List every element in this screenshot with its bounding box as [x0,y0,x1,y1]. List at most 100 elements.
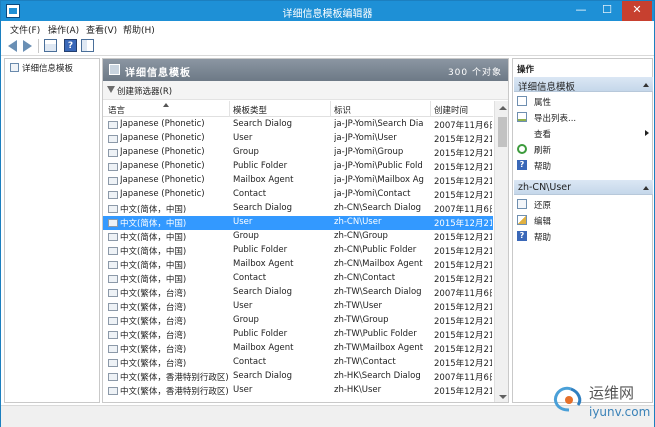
action-refresh[interactable]: 刷新 [517,143,649,156]
action-export-list[interactable]: 导出列表... [517,111,649,124]
close-button[interactable]: ✕ [622,1,652,21]
table-row[interactable]: 中文(繁体，台湾) Search Dialog zh-TW\Search Dialo… [103,286,493,300]
table-row[interactable]: Japanese (Phonetic) Contact ja-JP-Yomi\Con… [103,188,493,202]
submenu-arrow-icon [645,130,649,136]
section-label: zh-CN\User [518,182,572,193]
template-item-icon [108,135,118,143]
cell-language: Japanese (Phonetic) [120,147,205,157]
action-restore[interactable]: 还原 [517,198,649,211]
cell-created: 2007年11月6日 1 [434,121,492,131]
cell-identity: ja-JP-Yomi\Mailbox Ag [334,175,424,185]
cell-language: 中文(繁体，台湾) [120,303,187,313]
column-language[interactable]: 语言 [108,104,125,116]
table-row[interactable]: 中文(繁体，台湾) Contact zh-TW\Contact 2015年12月21日 [103,356,493,370]
section-label: 详细信息模板 [518,82,576,93]
table-row[interactable]: 中文(繁体，香港特别行政区) Search Dialog zh-HK\Search … [103,370,493,384]
cell-created: 2015年12月21日 [434,261,492,271]
cell-created: 2015年12月21日 [434,331,492,341]
cell-created: 2015年12月21日 [434,233,492,243]
cell-language: 中文(繁体，台湾) [120,331,187,341]
maximize-button[interactable]: ☐ [594,1,620,21]
column-divider[interactable] [330,101,331,117]
action-help[interactable]: ? 帮助 [517,159,649,172]
action-view[interactable]: 查看 [517,127,649,140]
results-pane: 详细信息模板 300 个对象 创建筛选器(R) 语言 模板类型 标识 创建时间 … [102,58,509,403]
action-section-templates[interactable]: 详细信息模板 [514,77,653,93]
table-row[interactable]: 中文(繁体，香港特别行政区) User zh-HK\User 2015年12月21日 [103,384,493,398]
menu-action[interactable]: 操作(A) [48,23,79,36]
scroll-thumb[interactable] [498,117,507,147]
template-item-icon [108,359,118,367]
table-row[interactable]: Japanese (Phonetic) Public Folder ja-JP-Yo… [103,160,493,174]
help-icon[interactable]: ? [64,39,77,52]
cell-created: 2007年11月6日 1 [434,289,492,299]
action-section-selected[interactable]: zh-CN\User [514,180,653,195]
action-help-selected[interactable]: ? 帮助 [517,230,649,243]
watermark-url: iyunv.com [589,405,651,419]
column-template-type[interactable]: 模板类型 [233,104,267,116]
cell-identity: zh-CN\Contact [334,273,396,283]
cell-template-type: User [233,385,253,395]
column-divider[interactable] [229,101,230,117]
table-row[interactable]: 中文(简体，中国) User zh-CN\User 2015年12月21日 [103,216,493,230]
sort-ascending-icon [163,103,169,107]
refresh-icon [517,144,527,154]
column-created[interactable]: 创建时间 [434,104,468,116]
action-edit[interactable]: 编辑 [517,214,649,227]
cell-created: 2015年12月21日 [434,275,492,285]
restore-icon [517,199,527,209]
table-row[interactable]: 中文(繁体，台湾) Mailbox Agent zh-TW\Mailbox Agen… [103,342,493,356]
action-properties[interactable]: 属性 [517,95,649,108]
cell-language: 中文(简体，中国) [120,233,187,243]
scroll-down-icon[interactable] [499,395,507,399]
filter-bar: 创建筛选器(R) [103,81,508,100]
create-filter-button[interactable]: 创建筛选器(R) [117,85,172,97]
column-identity[interactable]: 标识 [334,104,351,116]
tree-item-details-templates[interactable]: 详细信息模板 [10,62,73,75]
collapse-icon[interactable] [643,83,649,87]
cell-identity: ja-JP-Yomi\Public Fold [334,161,423,171]
cell-template-type: Group [233,315,259,325]
pane-header: 详细信息模板 300 个对象 [103,59,508,81]
minimize-button[interactable]: — [568,1,594,21]
table-row[interactable]: 中文(繁体，台湾) User zh-TW\User 2015年12月21日 [103,300,493,314]
table-row[interactable]: 中文(简体，中国) Contact zh-CN\Contact 2015年12月21日 [103,272,493,286]
show-action-pane-icon[interactable] [81,39,94,52]
export-icon [517,112,527,122]
menu-file[interactable]: 文件(F) [10,23,40,36]
cell-created: 2007年11月6日 1 [434,205,492,215]
cell-identity: zh-HK\User [334,385,382,395]
scroll-up-icon[interactable] [499,106,507,110]
collapse-icon[interactable] [643,186,649,190]
show-console-tree-icon[interactable] [44,39,57,52]
table-row[interactable]: 中文(简体，中国) Public Folder zh-CN\Public Folde… [103,244,493,258]
table-row[interactable]: Japanese (Phonetic) User ja-JP-Yomi\User 20… [103,132,493,146]
cell-language: 中文(繁体，台湾) [120,345,187,355]
table-row[interactable]: Japanese (Phonetic) Group ja-JP-Yomi\Group… [103,146,493,160]
menu-help[interactable]: 帮助(H) [123,23,155,36]
vertical-scrollbar[interactable] [494,101,508,402]
template-item-icon [108,261,118,269]
table-row[interactable]: Japanese (Phonetic) Mailbox Agent ja-JP-Yo… [103,174,493,188]
cell-identity: zh-TW\Group [334,315,389,325]
back-arrow-icon[interactable] [8,40,17,52]
menu-view[interactable]: 查看(V) [86,23,117,36]
title-bar[interactable]: 详细信息模板编辑器 — ☐ ✕ [1,1,654,21]
column-divider[interactable] [430,101,431,117]
template-item-icon [108,177,118,185]
cell-language: Japanese (Phonetic) [120,189,205,199]
template-item-icon [108,191,118,199]
cell-template-type: User [233,133,253,143]
template-item-icon [108,247,118,255]
table-row[interactable]: 中文(简体，中国) Group zh-CN\Group 2015年12月21日 [103,230,493,244]
cell-created: 2015年12月21日 [434,303,492,313]
table-row[interactable]: Japanese (Phonetic) Search Dialog ja-JP-Yo… [103,118,493,132]
object-count: 300 个对象 [447,68,502,78]
table-row[interactable]: 中文(简体，中国) Search Dialog zh-CN\Search Dialo… [103,202,493,216]
table-row[interactable]: 中文(繁体，台湾) Group zh-TW\Group 2015年12月21日 [103,314,493,328]
table-row[interactable]: 中文(繁体，台湾) Public Folder zh-TW\Public Folde… [103,328,493,342]
cell-template-type: Contact [233,189,267,199]
forward-arrow-icon[interactable] [23,40,32,52]
cell-language: Japanese (Phonetic) [120,175,205,185]
table-row[interactable]: 中文(简体，中国) Mailbox Agent zh-CN\Mailbox Agen… [103,258,493,272]
